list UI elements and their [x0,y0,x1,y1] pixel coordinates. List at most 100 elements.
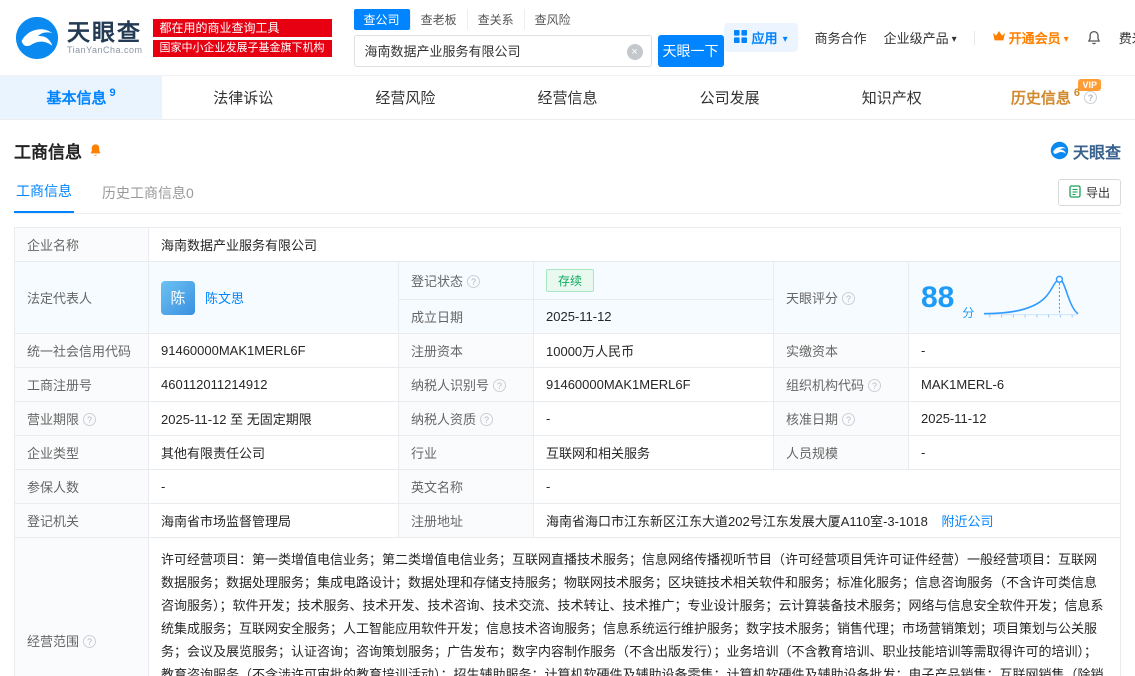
tab-history-info[interactable]: VIP 历史信息 6 [973,76,1135,119]
field-label-company-name: 企业名称 [14,227,149,262]
chevron-down-icon [783,30,788,45]
org-code-label-text: 组织机构代码 [786,378,865,393]
tab-operating-risk[interactable]: 经营风险 [324,76,486,119]
open-vip-label: 开通会员 [1008,31,1061,46]
search-button[interactable]: 天眼一下 [657,34,724,67]
field-label-taxpayer-quality: 纳税人资质 [398,401,534,436]
tab-operating-info[interactable]: 经营信息 [486,76,648,119]
tianyancha-logo[interactable]: 天眼查 TianYanCha.com [14,15,143,61]
tianyancha-logo-icon [14,15,60,61]
search-tab-company[interactable]: 查公司 [353,8,410,30]
main-content: 工商信息 天眼查 工商信息 历史工商信息0 导出 企业名称 海南数据产业服务有限… [0,138,1135,676]
help-icon[interactable] [480,413,494,426]
nearby-companies-link[interactable]: 附近公司 [942,514,994,529]
field-label-registry: 登记机关 [14,503,149,538]
tab-company-development[interactable]: 公司发展 [649,76,811,119]
chevron-down-icon [952,30,957,45]
tab-company-development-label: 公司发展 [699,90,760,107]
help-icon[interactable] [83,413,97,426]
apps-menu[interactable]: 应用 [723,23,798,52]
status-badge: 存续 [546,269,595,292]
field-value-staff-size: - [908,435,1121,470]
field-value-insured-count: - [148,469,399,504]
field-value-approval-date: 2025-11-12 [908,401,1121,436]
table-row: 经营范围 许可经营项目：第一类增值电信业务；第二类增值电信业务；互联网直播技术服… [14,537,1121,676]
tab-operating-risk-label: 经营风险 [375,90,436,107]
tab-legal-litigation[interactable]: 法律诉讼 [162,76,324,119]
top-bar: 天眼查 TianYanCha.com 都在用的商业查询工具 国家中小企业发展子基… [0,0,1135,75]
brand-slogan-banner: 都在用的商业查询工具 国家中小企业发展子基金旗下机构 [152,18,332,57]
monitor-bell-icon[interactable] [88,143,103,158]
taxpayer-quality-label-text: 纳税人资质 [411,412,477,427]
field-value-industry: 互联网和相关服务 [533,435,774,470]
tab-legal-litigation-label: 法律诉讼 [213,90,274,107]
open-vip-menu[interactable]: 开通会员 [992,28,1069,47]
help-icon[interactable] [842,292,856,305]
field-label-taxpayer-id: 纳税人识别号 [398,367,534,402]
help-icon[interactable] [868,379,882,392]
help-icon[interactable] [842,413,856,426]
score-curve-chart [982,270,1080,325]
top-menu: 应用 商务合作 企业级产品 开通会员 费米 [723,23,1135,52]
table-row: 登记机关 海南省市场监督管理局 注册地址 海南省海口市江东新区江东大道202号江… [14,503,1121,538]
export-label: 导出 [1085,186,1110,200]
field-value-score: 88 分 [908,261,1121,334]
field-label-staff-size: 人员规模 [773,435,909,470]
tianyancha-watermark-text: 天眼查 [1072,144,1121,162]
field-label-established: 成立日期 [398,299,534,334]
brand-domain: TianYanCha.com [67,45,143,56]
tab-history-info-count: 6 [1073,86,1080,99]
export-doc-icon [1069,184,1081,201]
business-info-table: 企业名称 海南数据产业服务有限公司 法定代表人 陈 陈文思 登记状态 存续 天眼… [14,227,1121,676]
tab-basic-info-label: 基本信息 [46,90,107,107]
notification-bell-icon[interactable] [1086,30,1102,46]
help-icon[interactable] [493,379,507,392]
table-row: 工商注册号 460112011214912 纳税人识别号 91460000MAK… [14,367,1121,402]
business-cooperation-link[interactable]: 商务合作 [815,28,867,47]
table-row: 企业类型 其他有限责任公司 行业 互联网和相关服务 人员规模 - [14,435,1121,470]
enterprise-products-menu[interactable]: 企业级产品 [884,28,957,47]
score-unit: 分 [962,306,975,320]
table-row: 参保人数 - 英文名称 - [14,469,1121,504]
field-label-org-code: 组织机构代码 [773,367,909,402]
help-icon[interactable] [83,634,97,648]
score-number: 88 [921,280,955,314]
search-tab-relation[interactable]: 查关系 [466,8,524,30]
subtab-business-info[interactable]: 工商信息 [14,173,74,213]
field-label-reg-capital: 注册资本 [398,333,534,368]
search-input[interactable] [354,35,651,66]
field-value-reg-capital: 10000万人民币 [533,333,774,368]
clear-search-icon[interactable] [626,43,643,60]
apps-label: 应用 [751,31,778,46]
search-tab-risk[interactable]: 查风险 [523,8,581,30]
brand-name: 天眼查 [67,18,142,45]
legal-rep-avatar[interactable]: 陈 [161,280,195,315]
field-label-credit-code: 统一社会信用代码 [14,333,149,368]
chevron-down-icon [1064,30,1069,45]
tab-basic-info[interactable]: 基本信息 9 [0,76,163,119]
help-icon[interactable] [1083,91,1097,104]
username[interactable]: 费米 [1119,28,1135,47]
field-value-org-code: MAK1MERL-6 [908,367,1121,402]
field-value-credit-code: 91460000MAK1MERL6F [148,333,399,368]
slogan-line-1: 都在用的商业查询工具 [152,18,332,37]
table-row: 企业名称 海南数据产业服务有限公司 [14,227,1121,262]
table-row: 统一社会信用代码 91460000MAK1MERL6F 注册资本 10000万人… [14,333,1121,368]
field-value-company-name: 海南数据产业服务有限公司 [148,227,1121,262]
search-box [353,34,652,67]
search-tab-boss[interactable]: 查老板 [409,8,467,30]
field-value-address: 海南省海口市江东新区江东大道202号江东发展大厦A110室-3-1018 附近公… [533,503,1121,538]
help-icon[interactable] [467,275,481,288]
company-section-tabs: 基本信息 9 法律诉讼 经营风险 经营信息 公司发展 知识产权 VIP 历史信息… [0,75,1135,120]
tab-intellectual-property[interactable]: 知识产权 [811,76,973,119]
credit-code-label-text: 统一社会信用代码 [27,344,132,359]
table-row: 营业期限 2025-11-12 至 无固定期限 纳税人资质 - 核准日期 202… [14,401,1121,436]
field-value-reg-number: 460112011214912 [148,367,399,402]
field-value-business-scope: 许可经营项目：第一类增值电信业务；第二类增值电信业务；互联网直播技术服务；信息网… [148,537,1121,676]
subtab-history-business-info[interactable]: 历史工商信息0 [100,175,196,213]
legal-rep-name-link[interactable]: 陈文思 [205,288,244,307]
field-label-paid-capital: 实缴资本 [773,333,909,368]
export-button[interactable]: 导出 [1057,179,1121,206]
score-label-text: 天眼评分 [786,291,839,306]
tianyancha-watermark-icon [1050,141,1069,160]
